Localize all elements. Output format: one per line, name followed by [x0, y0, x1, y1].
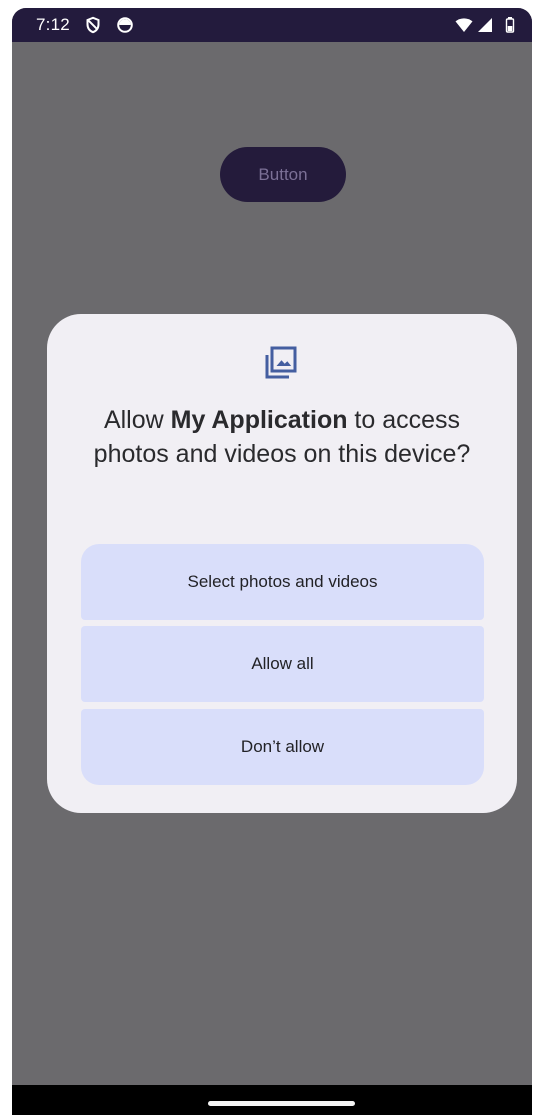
- status-bar: 7:12: [12, 8, 532, 42]
- vpn-shield-icon: [84, 16, 102, 34]
- cellular-signal-icon: [476, 16, 494, 34]
- app-name: My Application: [170, 406, 348, 434]
- dont-allow-button[interactable]: Don’t allow: [81, 709, 484, 785]
- select-photos-and-videos-button[interactable]: Select photos and videos: [81, 544, 484, 620]
- dialog-title: Allow My Application to access photos an…: [75, 403, 489, 471]
- app-button[interactable]: Button: [220, 147, 346, 202]
- data-saver-icon: [116, 16, 134, 34]
- allow-all-button[interactable]: Allow all: [81, 626, 484, 702]
- navigation-bar: [12, 1085, 532, 1115]
- permission-dialog: Allow My Application to access photos an…: [47, 314, 517, 813]
- dialog-title-prefix: Allow: [103, 406, 171, 434]
- status-time: 7:12: [36, 15, 70, 34]
- wifi-icon: [454, 16, 474, 34]
- battery-icon: [505, 16, 515, 34]
- photo-library-icon: [261, 343, 301, 383]
- phone-screen: 7:12 Button Allow My Application to acce…: [12, 8, 532, 1115]
- home-indicator[interactable]: [208, 1101, 355, 1106]
